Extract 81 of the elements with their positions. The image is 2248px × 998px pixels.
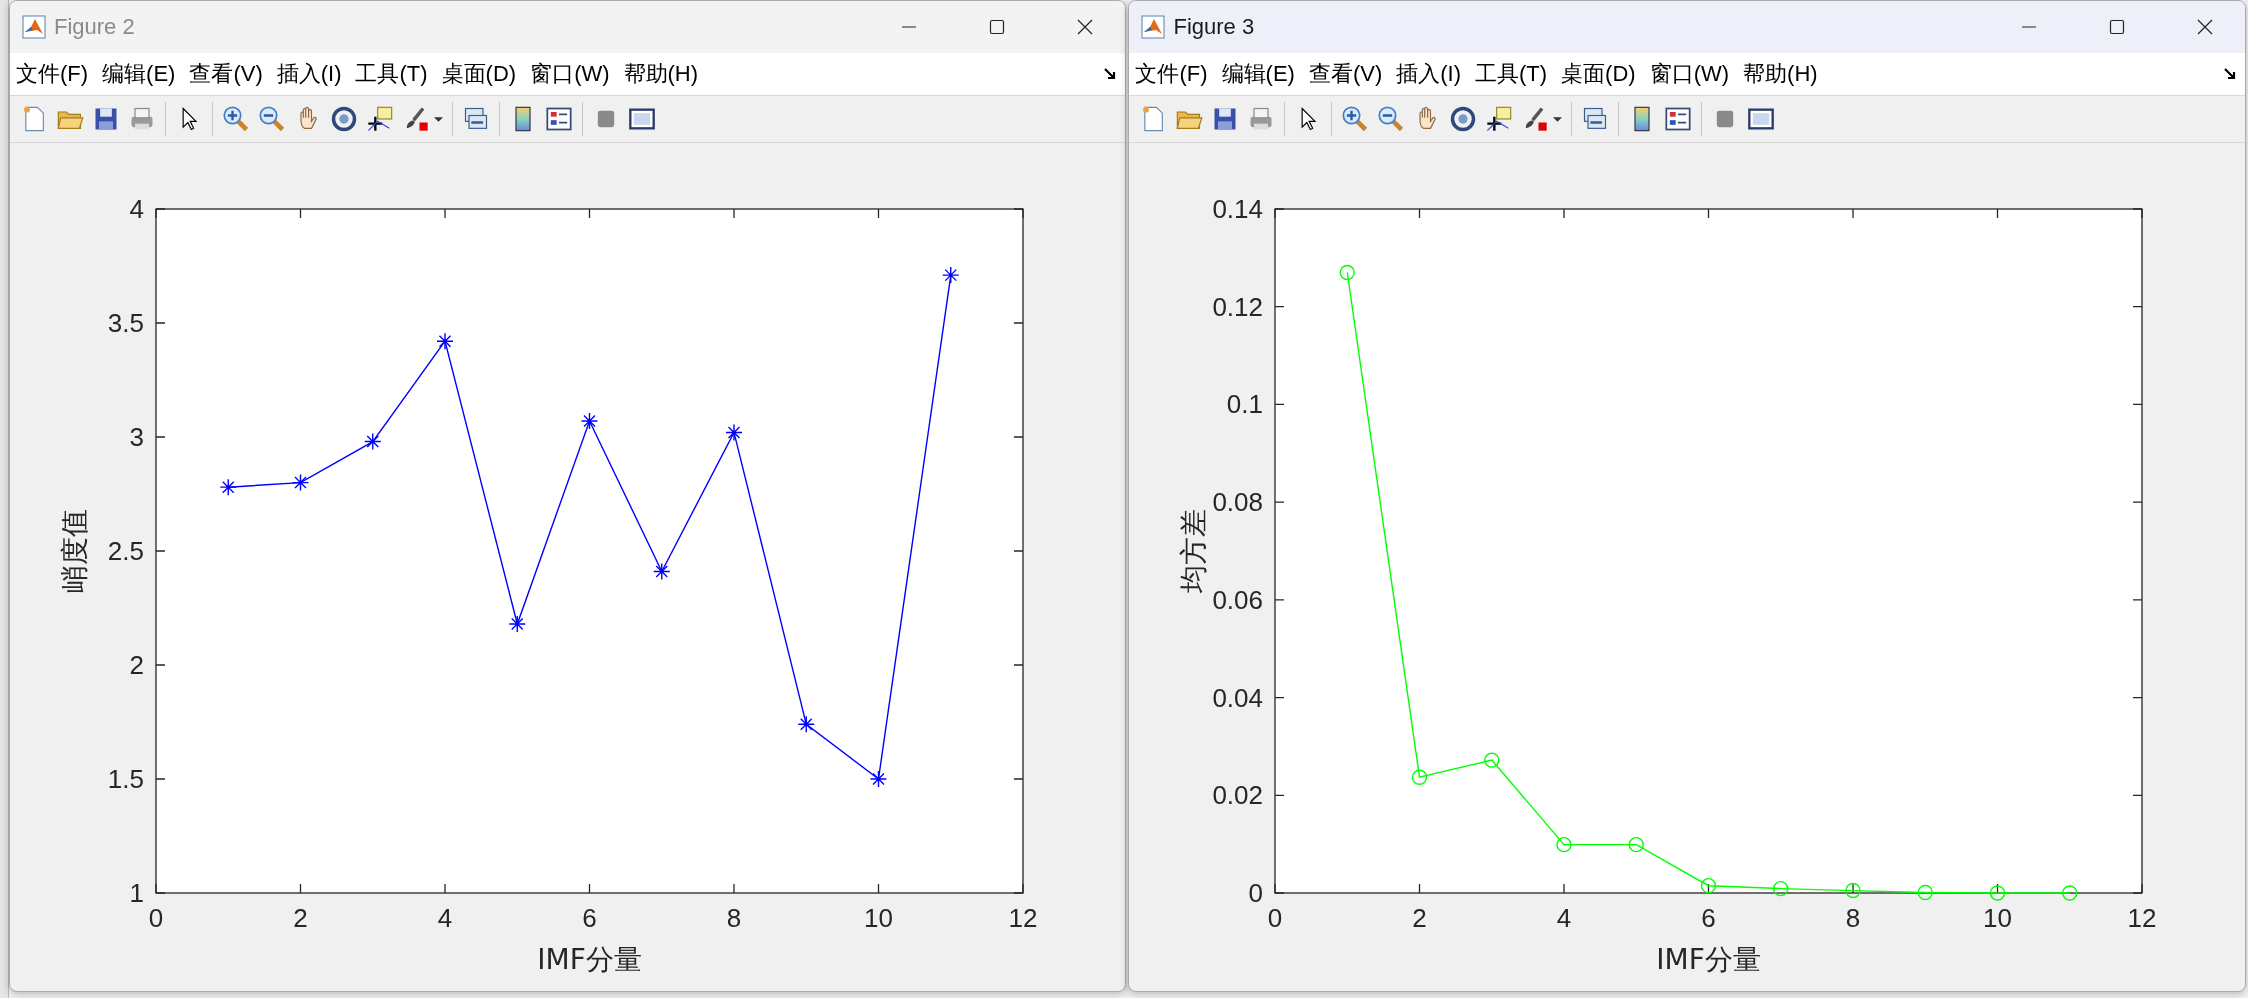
y-tick-label: 2 [129,650,144,680]
data-marker [580,412,599,430]
y-tick-label: 0 [1249,878,1264,908]
data-marker [1484,752,1500,768]
x-tick-label: 0 [148,903,164,933]
y-tick-label: 1 [129,878,144,908]
dock-arrow-icon[interactable] [2223,67,2237,81]
menu-item[interactable]: 帮助(H) [623,59,699,89]
data-marker [1629,836,1645,853]
data-marker [1773,880,1789,897]
data-marker [1990,885,2006,901]
data-marker [1845,882,1862,899]
y-axis-label: 峭度值 [57,509,91,593]
matlab-logo-icon [21,15,46,39]
menu-item[interactable]: 编辑(E) [1221,59,1295,89]
menu-item[interactable]: 桌面(D) [1561,59,1636,89]
data-marker [1918,884,1934,901]
x-tick-label: 12 [1008,903,1038,933]
maximize-icon[interactable] [2107,17,2127,37]
x-tick-label: 0 [1268,903,1283,933]
data-marker [725,423,743,442]
data-marker [2062,885,2078,901]
y-tick-label: 1.5 [107,764,144,794]
menu-item[interactable]: 文件(F) [1135,59,1208,89]
y-tick-label: 4 [129,194,144,224]
y-tick-label: 0.02 [1212,780,1264,811]
data-marker [508,615,526,633]
y-tick-label: 0.04 [1212,682,1264,713]
y-tick-label: 0.12 [1212,291,1264,322]
x-tick-label: 6 [582,903,597,933]
menu-item[interactable]: 插入(I) [276,59,342,89]
matlab-logo-icon [1141,15,1166,39]
y-axis-label: 均方差 [1177,509,1211,593]
x-tick-label: 6 [1701,903,1717,933]
menu-item[interactable]: 工具(T) [355,59,428,89]
menu-item[interactable]: 帮助(H) [1743,59,1818,89]
x-tick-label: 2 [1412,903,1428,933]
data-marker [653,562,671,581]
x-tick-label: 2 [293,903,308,933]
y-tick-label: 0.14 [1212,194,1264,224]
y-tick-label: 2.5 [107,536,144,566]
y-tick-label: 0.06 [1212,584,1264,615]
x-tick-label: 12 [2128,903,2157,933]
data-marker [1412,769,1428,785]
window-title: Figure 2 [53,14,135,40]
y-tick-label: 0.08 [1212,487,1264,518]
x-axis-label: IMF分量 [537,943,642,976]
data-marker [1556,836,1573,853]
data-marker [797,715,815,733]
data-marker [869,770,888,788]
x-tick-label: 10 [1983,903,2013,933]
data-marker [1340,264,1356,281]
y-tick-label: 0.1 [1227,389,1264,420]
caret-icon[interactable] [1553,114,1563,124]
close-icon[interactable] [2195,17,2215,37]
x-tick-label: 4 [1557,903,1572,933]
menu-item[interactable]: 桌面(D) [441,59,517,89]
menu-item[interactable]: 窗口(W) [1649,59,1730,89]
data-marker [219,478,237,496]
menu-item[interactable]: 查看(V) [189,59,263,89]
y-tick-label: 3.5 [107,308,144,338]
menu-item[interactable]: 文件(F) [15,59,89,89]
x-tick-label: 8 [726,903,742,933]
menu-item[interactable]: 编辑(E) [102,59,176,89]
caret-icon[interactable] [433,114,443,124]
menu-item[interactable]: 工具(T) [1475,59,1548,89]
data-marker [1701,877,1717,894]
x-tick-label: 8 [1846,903,1861,933]
menu-item[interactable]: 窗口(W) [530,59,610,89]
window-title: Figure 3 [1173,14,1255,40]
data-marker [436,332,454,350]
x-tick-label: 10 [864,903,893,933]
menu-item[interactable]: 插入(I) [1396,59,1461,89]
dock-arrow-icon[interactable] [1103,67,1118,81]
y-tick-label: 3 [129,422,144,452]
data-marker [364,432,382,451]
menu-item[interactable]: 查看(V) [1308,59,1383,89]
data-marker [942,266,960,284]
x-tick-label: 4 [437,903,453,933]
data-marker [291,473,310,492]
x-axis-label: IMF分量 [1656,943,1762,976]
